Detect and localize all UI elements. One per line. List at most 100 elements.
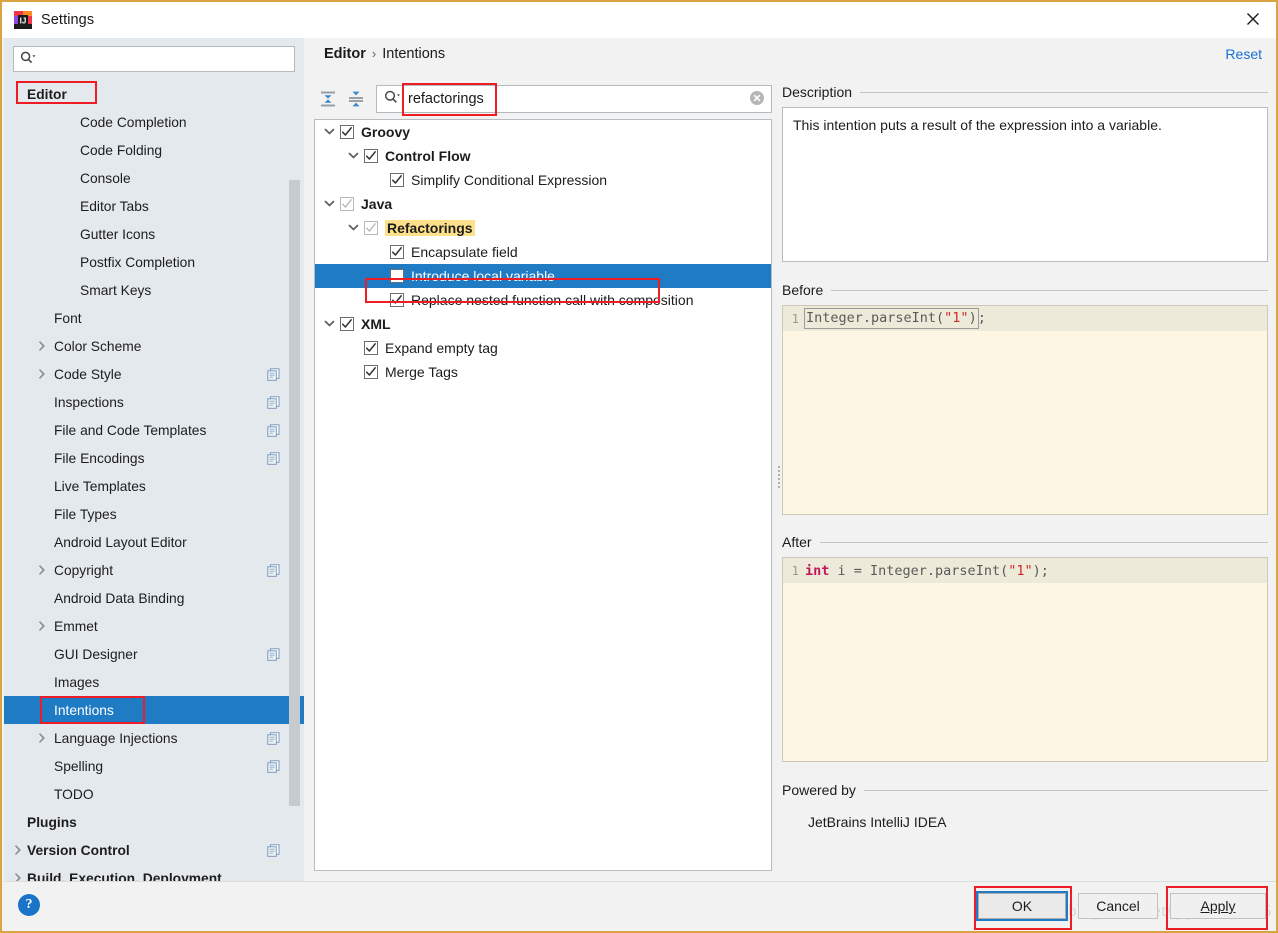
cancel-button[interactable]: Cancel: [1078, 893, 1158, 919]
tree-node[interactable]: Simplify Conditional Expression: [315, 168, 771, 192]
checkbox-checked[interactable]: [364, 341, 378, 355]
copy-settings-icon[interactable]: [267, 563, 280, 577]
sidebar-item-code-style[interactable]: Code Style: [4, 360, 304, 388]
chevron-down-icon[interactable]: [347, 221, 361, 235]
tree-node-label: Simplify Conditional Expression: [411, 172, 608, 188]
sidebar-search-box[interactable]: [13, 46, 295, 72]
checkbox-checked[interactable]: [390, 293, 404, 307]
sidebar-item-editor[interactable]: Editor: [4, 80, 304, 108]
clear-icon[interactable]: [749, 90, 765, 109]
copy-settings-icon[interactable]: [267, 451, 280, 465]
sidebar-item-label: Emmet: [54, 618, 98, 634]
chevron-right-icon[interactable]: [36, 368, 48, 380]
sidebar-item-file-encodings[interactable]: File Encodings: [4, 444, 304, 472]
sidebar-item-color-scheme[interactable]: Color Scheme: [4, 332, 304, 360]
sidebar-item-postfix-completion[interactable]: Postfix Completion: [4, 248, 304, 276]
sidebar-item-smart-keys[interactable]: Smart Keys: [4, 276, 304, 304]
divider: [863, 789, 1268, 791]
close-icon[interactable]: [1230, 2, 1276, 36]
checkbox-unchecked[interactable]: [390, 269, 404, 283]
sidebar-scrollbar-track[interactable]: [289, 80, 302, 887]
chevron-right-icon[interactable]: [36, 732, 48, 744]
sidebar-item-console[interactable]: Console: [4, 164, 304, 192]
tree-search-input[interactable]: [406, 87, 749, 111]
sidebar-scrollbar-thumb[interactable]: [289, 180, 300, 806]
chevron-right-icon[interactable]: [36, 620, 48, 632]
ok-button[interactable]: OK: [976, 891, 1068, 921]
title-bar: IJ Settings: [2, 2, 1276, 38]
sidebar-item-android-layout-editor[interactable]: Android Layout Editor: [4, 528, 304, 556]
copy-settings-icon[interactable]: [267, 395, 280, 409]
checkbox-disabled[interactable]: [364, 221, 378, 235]
copy-settings-icon[interactable]: [267, 843, 280, 857]
sidebar-item-label: Code Folding: [80, 142, 163, 158]
collapse-all-icon[interactable]: [342, 85, 370, 113]
tree-search-box[interactable]: [376, 83, 772, 116]
intentions-tree: Groovy Control Flow Simplify Conditional E…: [314, 119, 772, 871]
tree-node[interactable]: Groovy: [315, 120, 771, 144]
powered-by-section-header: Powered by: [782, 780, 1268, 800]
checkbox-checked[interactable]: [340, 125, 354, 139]
chevron-right-icon[interactable]: [36, 340, 48, 352]
checkbox-checked[interactable]: [340, 317, 354, 331]
checkbox-checked[interactable]: [390, 245, 404, 259]
chevron-down-icon[interactable]: [323, 125, 337, 139]
help-icon[interactable]: ?: [18, 894, 40, 916]
tree-node[interactable]: Control Flow: [315, 144, 771, 168]
apply-button[interactable]: Apply: [1170, 893, 1266, 919]
sidebar-item-live-templates[interactable]: Live Templates: [4, 472, 304, 500]
checkbox-checked[interactable]: [390, 173, 404, 187]
checkbox-checked[interactable]: [364, 149, 378, 163]
sidebar-item-version-control[interactable]: Version Control: [4, 836, 304, 864]
sidebar-item-inspections[interactable]: Inspections: [4, 388, 304, 416]
sidebar-item-intentions[interactable]: Intentions: [4, 696, 304, 724]
sidebar-item-file-and-code-templates[interactable]: File and Code Templates: [4, 416, 304, 444]
copy-settings-icon[interactable]: [267, 367, 280, 381]
sidebar-item-gui-designer[interactable]: GUI Designer: [4, 640, 304, 668]
sidebar-item-copyright[interactable]: Copyright: [4, 556, 304, 584]
sidebar-item-label: Code Completion: [80, 114, 187, 130]
sidebar-item-emmet[interactable]: Emmet: [4, 612, 304, 640]
tree-node[interactable]: Replace nested function call with compos…: [315, 288, 771, 312]
copy-settings-icon[interactable]: [267, 647, 280, 661]
search-icon: [20, 51, 36, 68]
tree-node[interactable]: Refactorings: [315, 216, 771, 240]
copy-settings-icon[interactable]: [267, 759, 280, 773]
sidebar-item-plugins[interactable]: Plugins: [4, 808, 304, 836]
chevron-right-icon[interactable]: [12, 844, 24, 856]
sidebar-search-input[interactable]: [38, 48, 288, 70]
expand-all-icon[interactable]: [314, 85, 342, 113]
copy-settings-icon[interactable]: [267, 731, 280, 745]
sidebar-item-language-injections[interactable]: Language Injections: [4, 724, 304, 752]
sidebar-item-spelling[interactable]: Spelling: [4, 752, 304, 780]
checkbox-checked[interactable]: [364, 365, 378, 379]
breadcrumb-root[interactable]: Editor: [324, 46, 366, 62]
tree-node[interactable]: Java: [315, 192, 771, 216]
sidebar-item-font[interactable]: Font: [4, 304, 304, 332]
sidebar-item-code-completion[interactable]: Code Completion: [4, 108, 304, 136]
chevron-down-icon[interactable]: [323, 317, 337, 331]
sidebar-item-editor-tabs[interactable]: Editor Tabs: [4, 192, 304, 220]
tree-node[interactable]: Encapsulate field: [315, 240, 771, 264]
tree-node[interactable]: Introduce local variable: [315, 264, 771, 288]
sidebar-item-file-types[interactable]: File Types: [4, 500, 304, 528]
chevron-down-icon[interactable]: [347, 149, 361, 163]
sidebar-item-code-folding[interactable]: Code Folding: [4, 136, 304, 164]
checkbox-disabled[interactable]: [340, 197, 354, 211]
reset-link[interactable]: Reset: [1225, 46, 1262, 62]
sidebar-item-label: Android Data Binding: [54, 590, 185, 606]
copy-settings-icon[interactable]: [267, 423, 280, 437]
chevron-right-icon[interactable]: [36, 564, 48, 576]
settings-content: Editor › Intentions Reset refactorings G…: [304, 38, 1276, 887]
sidebar-item-android-data-binding[interactable]: Android Data Binding: [4, 584, 304, 612]
chevron-down-icon[interactable]: [323, 197, 337, 211]
tree-node[interactable]: Expand empty tag: [315, 336, 771, 360]
tree-node-label: XML: [361, 316, 391, 332]
sidebar-item-gutter-icons[interactable]: Gutter Icons: [4, 220, 304, 248]
tree-node[interactable]: Merge Tags: [315, 360, 771, 384]
tree-node[interactable]: XML: [315, 312, 771, 336]
sidebar-item-todo[interactable]: TODO: [4, 780, 304, 808]
sidebar-item-images[interactable]: Images: [4, 668, 304, 696]
tree-node-label: Control Flow: [385, 148, 471, 164]
